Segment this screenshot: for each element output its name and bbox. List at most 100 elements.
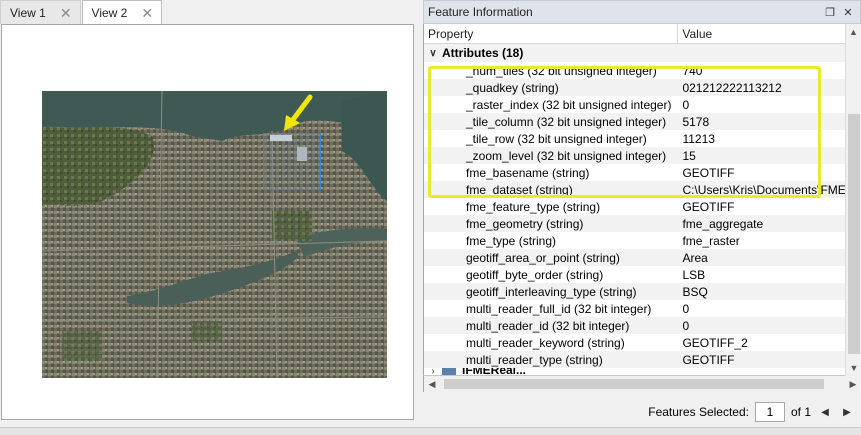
property-cell: fme_dataset (string) <box>466 182 573 197</box>
value-cell: Area <box>682 250 708 265</box>
property-cell: multi_reader_type (string) <box>466 352 603 367</box>
value-cell: 021212222113212 <box>682 80 782 95</box>
property-cell: geotiff_byte_order (string) <box>466 267 604 282</box>
app-root: View 1 ✕ View 2 ✕ Feature Information ❐ … <box>0 0 861 435</box>
property-cell: fme_geometry (string) <box>466 216 584 231</box>
value-cell: GEOTIFF <box>682 165 735 180</box>
arrow-right-icon[interactable]: ▶ <box>845 376 861 392</box>
next-page-button[interactable]: ▶ <box>839 407 855 418</box>
annotation-arrow-icon <box>284 94 313 131</box>
titlebar-icons: ❐ ✕ <box>824 6 860 19</box>
value-cell: BSQ <box>682 284 708 299</box>
property-cell: geotiff_area_or_point (string) <box>466 250 620 265</box>
feature-property-grid: Property Value ∨ Attributes (18) _num_ti… <box>423 24 845 376</box>
aerial-raster-image[interactable] <box>42 91 387 378</box>
horizontal-scrollbar[interactable]: ◀ ▶ <box>423 376 861 392</box>
property-cell: _quadkey (string) <box>466 80 559 95</box>
table-row[interactable]: fme_geometry (string) fme_aggregate <box>424 215 845 232</box>
value-cell: fme_aggregate <box>682 216 764 231</box>
table-row[interactable]: _quadkey (string) 021212222113212 <box>424 79 845 96</box>
value-cell: 15 <box>682 148 696 163</box>
vertical-scrollbar[interactable]: ▲ ▼ <box>845 24 861 376</box>
table-row[interactable]: _tile_column (32 bit unsigned integer) 5… <box>424 113 845 130</box>
table-row[interactable]: _raster_index (32 bit unsigned integer) … <box>424 96 845 113</box>
aerial-image-graphic <box>42 91 387 378</box>
table-row[interactable]: multi_reader_keyword (string) GEOTIFF_2 <box>424 334 845 351</box>
value-cell: GEOTIFF <box>682 199 735 214</box>
table-row[interactable]: _num_tiles (32 bit unsigned integer) 740 <box>424 62 845 79</box>
arrow-left-icon[interactable]: ◀ <box>424 376 440 392</box>
property-cell: _raster_index (32 bit unsigned integer) <box>466 97 672 112</box>
table-row[interactable]: geotiff_area_or_point (string) Area <box>424 249 845 266</box>
close-icon[interactable]: ✕ <box>141 6 153 20</box>
raster-icon <box>442 368 456 375</box>
value-cell: 11213 <box>682 131 715 146</box>
table-row[interactable]: _tile_row (32 bit unsigned integer) 1121… <box>424 130 845 147</box>
panel-titlebar: Feature Information ❐ ✕ <box>423 0 861 24</box>
value-column-header[interactable]: Value <box>678 24 845 43</box>
view-panel: View 1 ✕ View 2 ✕ <box>0 0 420 427</box>
group-label: Attributes (18) <box>442 46 524 60</box>
view-tab-bar: View 1 ✕ View 2 ✕ <box>0 0 420 25</box>
property-cell: fme_type (string) <box>466 233 557 248</box>
float-icon[interactable]: ❐ <box>824 6 836 19</box>
table-row[interactable]: _zoom_level (32 bit unsigned integer) 15 <box>424 147 845 164</box>
tab-view-2[interactable]: View 2 ✕ <box>81 0 163 25</box>
grid-header: Property Value <box>424 24 845 44</box>
property-cell: _tile_row (32 bit unsigned integer) <box>466 131 647 146</box>
close-icon[interactable]: ✕ <box>60 6 72 20</box>
tab-label: View 2 <box>91 6 128 20</box>
property-cell: fme_basename (string) <box>466 165 590 180</box>
property-column-header[interactable]: Property <box>424 24 679 43</box>
value-cell: GEOTIFF_2 <box>682 335 748 350</box>
value-cell: GEOTIFF <box>682 352 735 367</box>
value-cell: 0 <box>682 318 690 333</box>
previous-page-button[interactable]: ◀ <box>817 407 833 418</box>
table-row[interactable]: fme_basename (string) GEOTIFF <box>424 164 845 181</box>
tab-view-1[interactable]: View 1 ✕ <box>0 0 81 24</box>
table-row[interactable]: multi_reader_full_id (32 bit integer) 0 <box>424 300 845 317</box>
value-cell: LSB <box>682 267 706 282</box>
chevron-right-icon[interactable]: › <box>424 368 442 375</box>
panel-close-icon[interactable]: ✕ <box>842 6 854 19</box>
property-cell: fme_feature_type (string) <box>466 199 601 214</box>
value-cell: 5178 <box>682 114 710 129</box>
arrow-up-icon[interactable]: ▲ <box>846 24 861 40</box>
page-number-input[interactable] <box>754 402 785 422</box>
property-cell: _zoom_level (32 bit unsigned integer) <box>466 148 667 163</box>
value-cell: 0 <box>682 97 690 112</box>
panel-title: Feature Information <box>428 5 533 19</box>
status-bar <box>0 427 861 435</box>
panel-footer: Features Selected: of 1 ◀ ▶ <box>423 396 861 428</box>
map-viewport[interactable] <box>1 24 414 420</box>
page-total-label: of 1 <box>790 405 811 419</box>
property-cell: geotiff_interleaving_type (string) <box>466 284 637 299</box>
table-row[interactable]: fme_type (string) fme_raster <box>424 232 845 249</box>
scrollbar-thumb[interactable] <box>848 114 860 354</box>
property-cell: _num_tiles (32 bit unsigned integer) <box>466 63 657 78</box>
table-row[interactable]: multi_reader_id (32 bit integer) 0 <box>424 317 845 334</box>
property-cell: multi_reader_id (32 bit integer) <box>466 318 630 333</box>
property-cell: _tile_column (32 bit unsigned integer) <box>466 114 667 129</box>
selected-tile-box[interactable] <box>263 133 321 190</box>
partial-group-label: IFMEReal... <box>462 368 527 376</box>
feature-information-panel: Feature Information ❐ ✕ Property Value ∨… <box>423 0 861 435</box>
partial-group-row[interactable]: › IFMEReal... <box>424 368 845 376</box>
value-cell: C:\Users\Kris\Documents\FME <box>682 182 845 197</box>
value-cell: 0 <box>682 301 690 316</box>
table-row[interactable]: geotiff_byte_order (string) LSB <box>424 266 845 283</box>
table-row[interactable]: multi_reader_type (string) GEOTIFF <box>424 351 845 368</box>
tab-label: View 1 <box>10 5 46 20</box>
attributes-group-row[interactable]: ∨ Attributes (18) <box>424 44 845 62</box>
table-row[interactable]: fme_feature_type (string) GEOTIFF <box>424 198 845 215</box>
features-selected-label: Features Selected: <box>648 405 749 419</box>
value-cell: 740 <box>682 63 703 78</box>
table-row[interactable]: fme_dataset (string) C:\Users\Kris\Docum… <box>424 181 845 198</box>
value-cell: fme_raster <box>682 233 740 248</box>
arrow-down-icon[interactable]: ▼ <box>846 360 861 376</box>
property-cell: multi_reader_keyword (string) <box>466 335 625 350</box>
scrollbar-thumb[interactable] <box>444 379 824 389</box>
chevron-down-icon[interactable]: ∨ <box>424 48 442 59</box>
table-row[interactable]: geotiff_interleaving_type (string) BSQ <box>424 283 845 300</box>
property-cell: multi_reader_full_id (32 bit integer) <box>466 301 652 316</box>
